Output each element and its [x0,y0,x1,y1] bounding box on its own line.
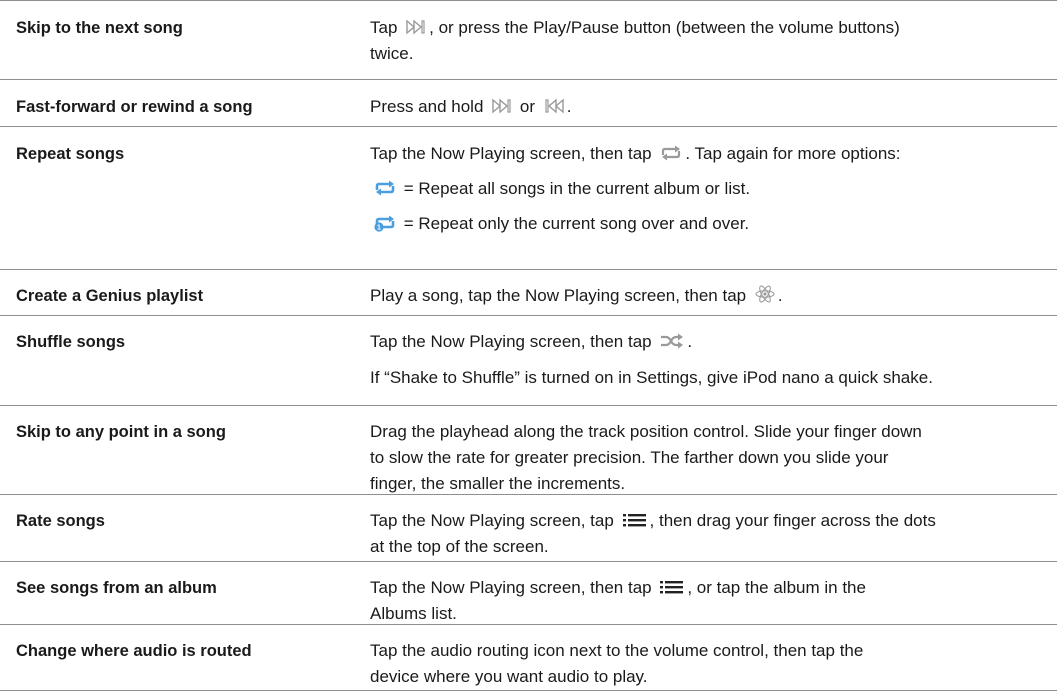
description-text: finger, the smaller the increments. [370,474,626,493]
repeat-all-icon [373,179,397,197]
description-text: . [687,332,693,351]
description-text: If “Shake to Shuffle” is turned on in Se… [370,368,933,387]
description-text: device where you want audio to play. [370,667,648,686]
table-row-fast-forward-or-rewind-a-song: Fast-forward or rewind a song Press and h… [0,79,1057,126]
list-icon [659,578,685,596]
description-line: = Repeat all songs in the current album … [370,176,750,202]
previous-track-icon [543,97,565,115]
list-icon [622,511,648,529]
description-line: If “Shake to Shuffle” is turned on in Se… [370,365,933,391]
task-label: Change where audio is routed [16,642,252,660]
description-line: to slow the rate for greater precision. … [370,445,888,471]
description-text: Tap the Now Playing screen, tap [370,511,619,530]
description-text: Play a song, tap the Now Playing screen,… [370,286,751,305]
description-text: , then drag your finger across the dots [649,511,936,530]
task-label: Skip to any point in a song [16,423,226,441]
description-line: at the top of the screen. [370,534,549,560]
task-label: Shuffle songs [16,333,126,351]
description-text: = Repeat all songs in the current album … [399,179,751,198]
description-line: twice. [370,41,413,67]
description-text: Tap the Now Playing screen, then tap [370,578,657,597]
description-line: Tap the audio routing icon next to the v… [370,638,863,664]
description-text: . [566,97,572,116]
table-row-skip-to-any-point-in-a-song: Skip to any point in a song Drag the play… [0,405,1057,494]
description-line: Tap , or press the Play/Pause button (be… [370,15,900,41]
description-text: = Repeat only the current song over and … [399,214,750,233]
description-line: Drag the playhead along the track positi… [370,419,922,445]
next-track-icon [405,18,427,36]
description-line: Play a song, tap the Now Playing screen,… [370,283,783,309]
description-line: Tap the Now Playing screen, then tap . [370,329,692,355]
description-text: at the top of the screen. [370,537,549,556]
description-text: . Tap again for more options: [685,144,901,163]
description-text: Albums list. [370,604,457,623]
description-line: device where you want audio to play. [370,664,648,690]
table-row-change-where-audio-is-routed: Change where audio is routed Tap the audi… [0,624,1057,691]
description-text: Drag the playhead along the track positi… [370,422,922,441]
description-line: Tap the Now Playing screen, then tap . T… [370,141,901,167]
description-text: Press and hold [370,97,489,116]
repeat-icon [659,144,683,162]
description-line: Tap the Now Playing screen, tap , then d… [370,508,936,534]
shortcut-table: Skip to the next song Tap , or press the … [0,0,1057,691]
genius-icon [754,284,776,304]
description-line: 1 = Repeat only the current song over an… [370,211,749,237]
task-label: Rate songs [16,512,105,530]
description-text: Tap the Now Playing screen, then tap [370,144,657,163]
next-track-icon [491,97,513,115]
task-label: See songs from an album [16,579,217,597]
description-text: twice. [370,44,414,63]
description-text: , or tap the album in the [687,578,866,597]
shuffle-icon [659,332,685,350]
table-row-shuffle-songs: Shuffle songs Tap the Now Playing screen,… [0,315,1057,405]
description-line: Tap the Now Playing screen, then tap , o… [370,575,866,601]
task-label: Create a Genius playlist [16,287,204,305]
repeat-one-icon: 1 [373,214,397,232]
task-label: Fast-forward or rewind a song [16,98,253,116]
description-text: Tap the Now Playing screen, then tap [370,332,657,351]
svg-text:1: 1 [377,225,381,232]
task-label: Repeat songs [16,145,125,163]
description-line: Press and hold or . [370,94,571,120]
table-row-repeat-songs: Repeat songs Tap the Now Playing screen, … [0,126,1057,269]
description-text: or [515,97,540,116]
table-row-rate-songs: Rate songs Tap the Now Playing screen, ta… [0,494,1057,561]
table-row-create-a-genius-playlist: Create a Genius playlist Play a song, tap… [0,269,1057,315]
description-text: to slow the rate for greater precision. … [370,448,889,467]
description-text: Tap [370,18,403,37]
description-text: . [777,286,783,305]
table-row-see-songs-from-an-album: See songs from an album Tap the Now Playi… [0,561,1057,624]
table-row-skip-to-the-next-song: Skip to the next song Tap , or press the … [0,0,1057,79]
task-label: Skip to the next song [16,19,183,37]
description-text: Tap the audio routing icon next to the v… [370,641,864,660]
description-text: , or press the Play/Pause button (betwee… [429,18,900,37]
